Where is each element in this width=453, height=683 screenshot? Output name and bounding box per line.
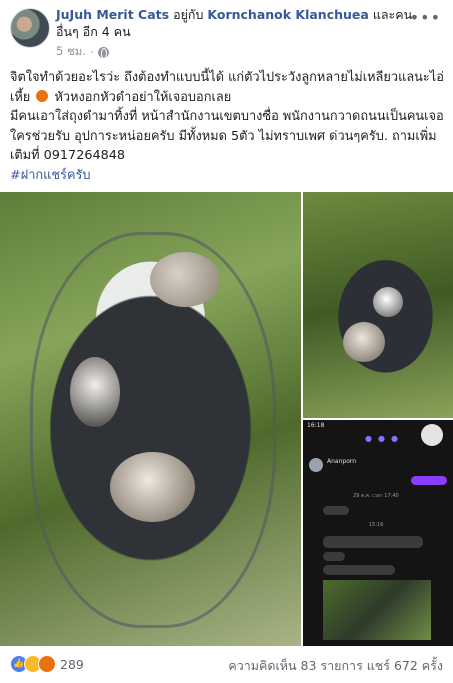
kitten — [70, 357, 120, 427]
kitten — [373, 287, 403, 317]
photo-chat-screenshot[interactable]: 16:18 ●●● Ananporn 29 ต.ค. เวลา 17:40 15… — [303, 420, 453, 646]
hashtag-link[interactable]: #ฝากแชร์ครับ — [10, 168, 91, 183]
tagged-person-link[interactable]: Kornchanok Klanchuea — [207, 7, 368, 22]
received-bubble — [323, 552, 345, 561]
circle-button — [421, 424, 443, 446]
post-paragraph-2: มีคนเอาใส่ถุงดำมาทิ้งที่ หน้าสำนักงานเขต… — [10, 109, 444, 163]
post-time-link[interactable]: 5 ชม. — [56, 43, 86, 61]
post-text: จิตใจทำด้วยอะไรว่ะ ถึงต้องทำแบบนี้ได้ แก… — [10, 68, 446, 185]
avatar[interactable] — [10, 8, 50, 48]
with-text: อยู่กับ — [173, 7, 204, 22]
angry-face-emoji — [36, 89, 49, 102]
post-meta: 5 ชม. · — [56, 43, 109, 61]
contact-avatar — [309, 458, 323, 472]
meta-separator: · — [90, 45, 94, 59]
status-time: 16:18 — [307, 422, 325, 429]
angry-icon — [38, 655, 56, 673]
kitten — [343, 322, 385, 362]
photo-kittens-closeup[interactable] — [303, 192, 453, 418]
received-bubble — [323, 536, 423, 548]
received-bubble — [323, 506, 349, 515]
post-header: JuJuh Merit Cats อยู่กับ Kornchanok Klan… — [0, 0, 453, 60]
photo-grid: 16:18 ●●● Ananporn 29 ต.ค. เวลา 17:40 15… — [0, 192, 453, 646]
post-paragraph-3: #ฝากแชร์ครับ — [10, 166, 446, 186]
kitten — [150, 252, 220, 307]
chat-toolbar-icons: ●●● — [365, 434, 404, 443]
post-paragraph-1: จิตใจทำด้วยอะไรว่ะ ถึงต้องทำแบบนี้ได้ แก… — [10, 68, 446, 107]
post-title-line: JuJuh Merit Cats อยู่กับ Kornchanok Klan… — [56, 6, 416, 40]
comments-shares-link[interactable]: ความคิดเห็น 83 รายการ แชร์ 672 ครั้ง — [228, 656, 443, 676]
received-bubble — [323, 565, 395, 575]
chat-date-2: 15:16 — [369, 522, 384, 528]
sent-bubble — [411, 476, 447, 485]
post-footer: 👍 289 ความคิดเห็น 83 รายการ แชร์ 672 ครั… — [0, 646, 453, 683]
chat-date-1: 29 ต.ค. เวลา 17:40 — [353, 493, 399, 499]
post-line-1-end: หัวหงอกหัวดำอย่าให้เจอบอกเลย — [54, 89, 232, 105]
chat-photo — [323, 580, 431, 640]
more-icon[interactable]: ••• — [410, 8, 441, 27]
reaction-count: 289 — [60, 656, 84, 672]
author-name-link[interactable]: JuJuh Merit Cats — [56, 7, 169, 22]
photo-kittens-in-bag[interactable] — [0, 192, 301, 646]
contact-name: Ananporn — [327, 458, 357, 465]
kitten — [110, 452, 195, 522]
reactions-summary[interactable]: 👍 289 — [10, 655, 84, 673]
globe-icon — [97, 46, 109, 59]
